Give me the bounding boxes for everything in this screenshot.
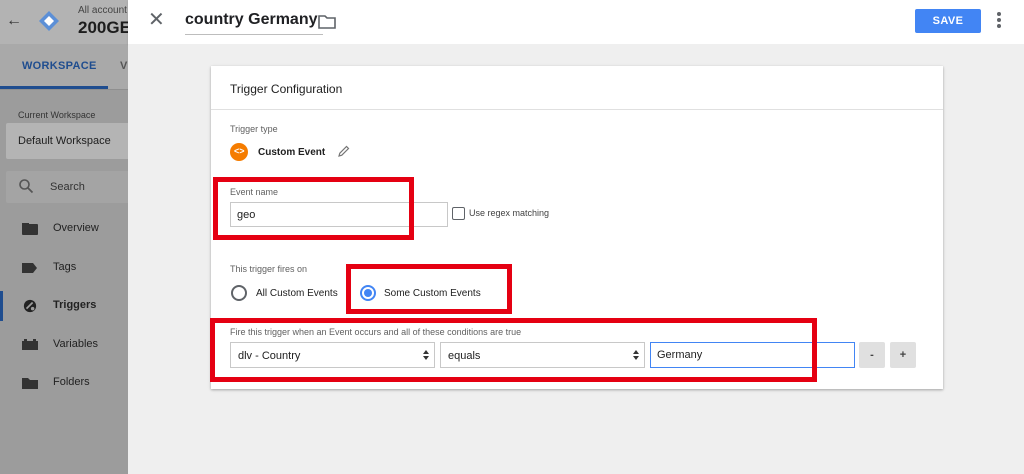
sidebar-item-label: Variables bbox=[53, 338, 99, 350]
search-icon bbox=[19, 179, 34, 194]
trigger-title: country Germany bbox=[185, 11, 318, 28]
workspace-selector[interactable]: Default Workspace bbox=[6, 123, 128, 159]
sidebar-item-label: Triggers bbox=[53, 299, 97, 311]
card-header: Trigger Configuration bbox=[211, 66, 943, 110]
trigger-type-label: Trigger type bbox=[230, 124, 278, 134]
background-app-panel: ← All account 200GE WORKSPACE V Current … bbox=[0, 0, 128, 474]
regex-checkbox[interactable] bbox=[452, 207, 465, 220]
current-workspace-label: Current Workspace bbox=[18, 110, 96, 120]
select-arrows-icon bbox=[633, 350, 639, 360]
folder-icon[interactable] bbox=[318, 13, 336, 29]
active-tab-indicator bbox=[0, 86, 108, 89]
gtm-logo-icon bbox=[39, 11, 59, 31]
sidebar-item-label: Tags bbox=[53, 261, 77, 273]
sidebar-item-label: Overview bbox=[53, 222, 99, 234]
tag-icon bbox=[22, 263, 37, 273]
trigger-configuration-card: Trigger Configuration Trigger type <> Cu… bbox=[211, 66, 943, 389]
search-box[interactable]: Search bbox=[6, 171, 128, 203]
sidebar-item-variables[interactable]: Variables bbox=[0, 330, 128, 360]
remove-condition-button[interactable]: - bbox=[859, 342, 885, 368]
close-icon[interactable]: ✕ bbox=[148, 10, 165, 30]
workspace-name: Default Workspace bbox=[18, 135, 111, 147]
trigger-icon bbox=[23, 299, 37, 313]
condition-variable-value: dlv - Country bbox=[238, 350, 301, 362]
more-options-icon[interactable] bbox=[996, 12, 1002, 30]
card-title: Trigger Configuration bbox=[230, 82, 343, 96]
back-arrow-icon[interactable]: ← bbox=[6, 12, 22, 30]
condition-value-input[interactable]: Germany bbox=[650, 342, 855, 368]
app-header: ← All account 200GE bbox=[0, 0, 128, 44]
sidebar-item-overview[interactable]: Overview bbox=[0, 214, 128, 244]
select-arrows-icon bbox=[423, 350, 429, 360]
custom-event-icon: <> bbox=[230, 143, 248, 161]
active-nav-indicator bbox=[0, 291, 3, 321]
search-label: Search bbox=[50, 181, 85, 193]
sidebar-item-triggers[interactable]: Triggers bbox=[0, 291, 128, 321]
variables-icon bbox=[22, 339, 38, 350]
sidebar-item-label: Folders bbox=[53, 376, 90, 388]
tab-versions[interactable]: V bbox=[120, 60, 127, 72]
event-name-label: Event name bbox=[230, 187, 279, 197]
condition-operator-select[interactable]: equals bbox=[440, 342, 645, 368]
condition-variable-select[interactable]: dlv - Country bbox=[230, 342, 435, 368]
folder-icon bbox=[22, 378, 38, 389]
trigger-name-field[interactable]: country Germany bbox=[185, 11, 324, 35]
regex-label: Use regex matching bbox=[469, 208, 550, 218]
account-breadcrumb: All account bbox=[78, 5, 127, 16]
radio-some-custom-events[interactable] bbox=[360, 285, 376, 301]
sidebar-item-tags[interactable]: Tags bbox=[0, 253, 128, 283]
container-name: 200GE bbox=[78, 18, 128, 37]
radio-label-some: Some Custom Events bbox=[384, 288, 481, 299]
condition-label: Fire this trigger when an Event occurs a… bbox=[230, 327, 522, 337]
radio-label-all: All Custom Events bbox=[256, 288, 338, 299]
edit-pencil-icon[interactable] bbox=[338, 145, 350, 157]
fires-on-label: This trigger fires on bbox=[230, 264, 308, 274]
trigger-type-value[interactable]: Custom Event bbox=[258, 147, 325, 158]
tab-workspace[interactable]: WORKSPACE bbox=[22, 60, 97, 72]
trigger-editor-topbar: ✕ country Germany SAVE bbox=[128, 0, 1024, 44]
workspace-tabs: WORKSPACE V bbox=[0, 44, 128, 90]
event-name-input[interactable]: geo bbox=[230, 202, 448, 227]
add-condition-button[interactable]: + bbox=[890, 342, 916, 368]
condition-operator-value: equals bbox=[448, 350, 481, 362]
save-button[interactable]: SAVE bbox=[915, 9, 981, 33]
overview-icon bbox=[22, 223, 38, 235]
radio-all-custom-events[interactable] bbox=[231, 285, 247, 301]
sidebar-item-folders[interactable]: Folders bbox=[0, 368, 128, 398]
